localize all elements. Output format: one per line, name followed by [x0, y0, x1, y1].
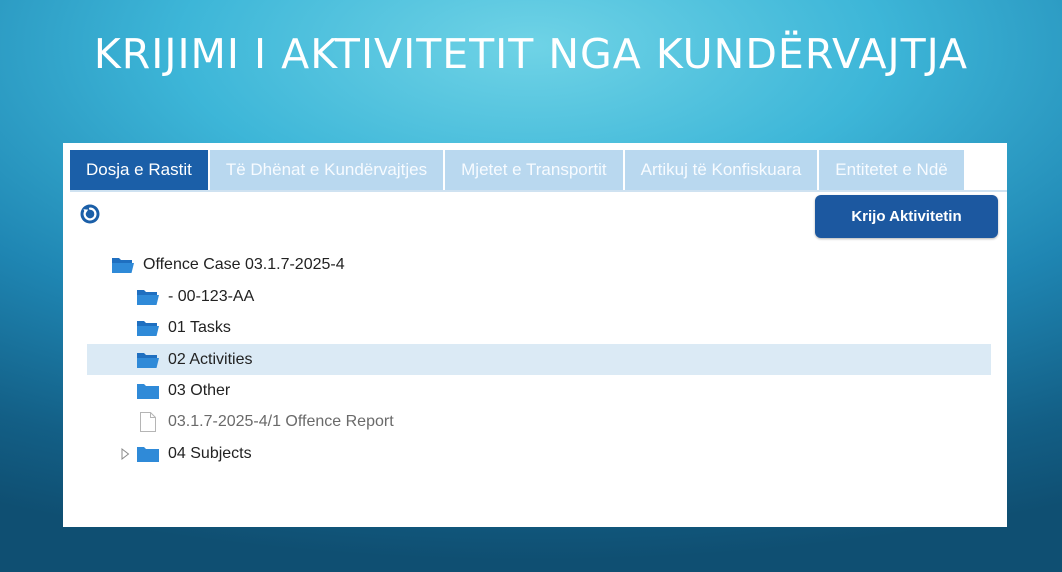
folder-open-icon [137, 352, 159, 368]
folder-open-icon [137, 320, 159, 336]
tree-item-label: 02 Activities [168, 351, 253, 368]
tab-te-dhenat-e-kundervajtjes[interactable]: Të Dhënat e Kundërvajtjes [209, 150, 446, 190]
tab-entitetet[interactable]: Entitetet e Ndë [819, 150, 966, 190]
tab-artikuj-te-konfiskuara[interactable]: Artikuj të Konfiskuara [624, 150, 820, 190]
file-icon [140, 411, 156, 432]
folder-icon [137, 446, 159, 462]
tree-item-02-activities[interactable]: 02 Activities [87, 344, 991, 375]
case-file-panel: Dosja e Rastit Të Dhënat e Kundërvajtjes… [63, 143, 1007, 527]
tab-divider [70, 190, 1007, 192]
slide-title: KRIJIMI I AKTIVITETIT NGA KUNDËRVAJTJA [93, 30, 969, 78]
expand-arrow-icon[interactable] [120, 447, 130, 460]
tree-item-label: 03.1.7-2025-4/1 Offence Report [168, 413, 394, 430]
tree-item-03-other[interactable]: 03 Other [136, 375, 230, 406]
tree-item-01-tasks[interactable]: 01 Tasks [136, 312, 231, 343]
tab-dosja-e-rastit[interactable]: Dosja e Rastit [70, 150, 210, 190]
tree-item-label: 03 Other [168, 382, 231, 399]
tree-item-offence-report[interactable]: 03.1.7-2025-4/1 Offence Report [139, 406, 394, 437]
tree-item-label: 01 Tasks [168, 319, 231, 336]
tree-item-04-subjects[interactable]: 04 Subjects [120, 438, 252, 469]
folder-open-icon [112, 257, 134, 273]
tab-mjetet-e-transportit[interactable]: Mjetet e Transportit [445, 150, 625, 190]
refresh-icon[interactable] [80, 204, 100, 224]
tree-item-label: Offence Case 03.1.7-2025-4 [143, 256, 345, 273]
folder-open-icon [137, 289, 159, 305]
folder-icon [137, 383, 159, 399]
tree-item-00-123-aa[interactable]: - 00-123-AA [136, 281, 254, 312]
create-activity-button[interactable]: Krijo Aktivitetin [815, 195, 998, 238]
tab-bar: Dosja e Rastit Të Dhënat e Kundërvajtjes… [70, 150, 1007, 190]
tree-root-item[interactable]: Offence Case 03.1.7-2025-4 [111, 249, 345, 280]
tree-item-label: - 00-123-AA [168, 288, 255, 305]
tree-item-label: 04 Subjects [168, 445, 252, 462]
